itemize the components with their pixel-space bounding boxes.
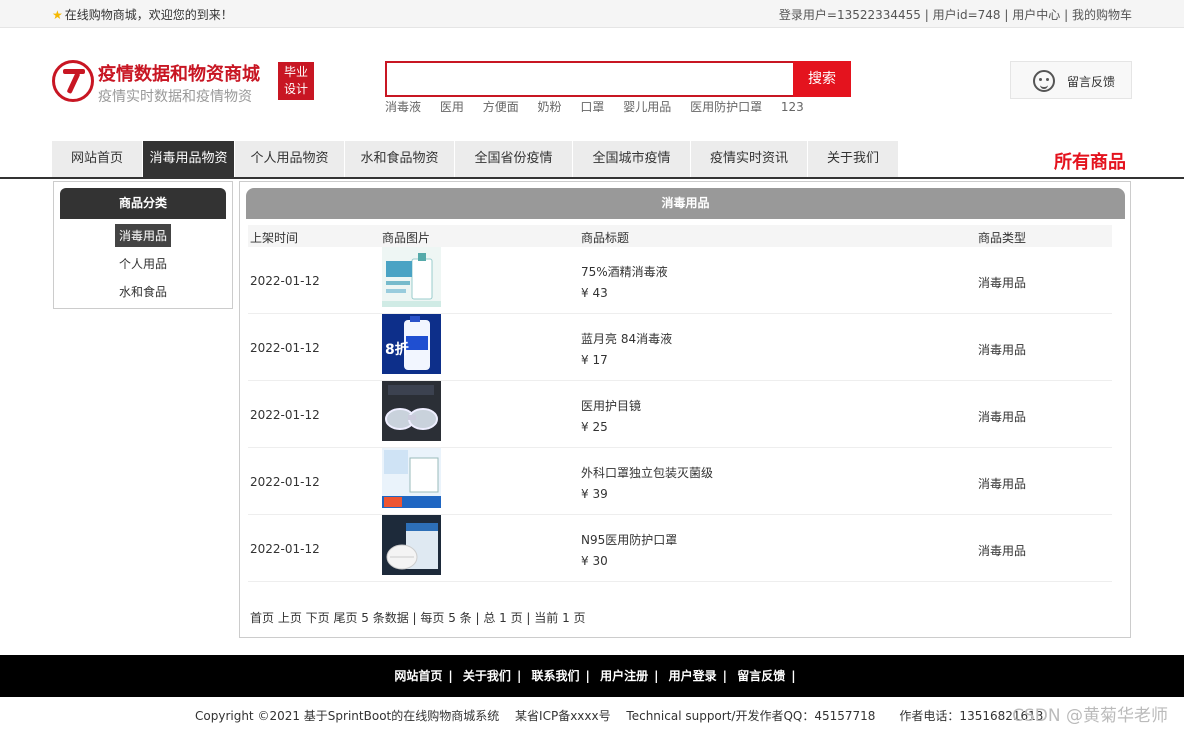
feedback-button[interactable]: 留言反馈: [1010, 61, 1132, 99]
nav-item-city[interactable]: 全国城市疫情: [573, 141, 691, 177]
row-title[interactable]: 外科口罩独立包装灭菌级: [581, 464, 713, 481]
footer-link-contact[interactable]: 联系我们: [532, 669, 580, 683]
sidebar-item-disinfectant[interactable]: 消毒用品: [54, 224, 232, 247]
row-price: ¥ 17: [581, 353, 608, 367]
user-center-link[interactable]: 用户中心: [1012, 8, 1060, 22]
nav-divider: [0, 177, 1184, 179]
row-title[interactable]: N95医用防护口罩: [581, 531, 677, 548]
customer-service-icon: [1033, 70, 1055, 92]
row-title[interactable]: 75%酒精消毒液: [581, 263, 668, 280]
row-date: 2022-01-12: [250, 341, 320, 355]
84-disinfectant-image[interactable]: 8折: [382, 314, 441, 374]
hot-keyword[interactable]: 奶粉: [538, 100, 562, 114]
hot-keywords: 消毒液 医用 方便面 奶粉 口罩 婴儿用品 医用防护口罩 123: [385, 98, 819, 115]
pagination[interactable]: 首页 上页 下页 尾页 5 条数据 | 每页 5 条 | 总 1 页 | 当前 …: [250, 609, 586, 626]
row-type: 消毒用品: [978, 544, 1027, 558]
login-user-link[interactable]: 登录用户=13522334455: [779, 8, 921, 22]
hot-keyword[interactable]: 医用防护口罩: [690, 100, 762, 114]
graduation-badge: 毕业 设计: [278, 62, 314, 100]
hot-keyword[interactable]: 医用: [440, 100, 464, 114]
table-row: 2022-01-12 N95医用防护口罩 ¥ 30 消毒用品: [248, 515, 1112, 582]
my-cart-link[interactable]: 我的购物车: [1072, 8, 1132, 22]
n95-mask-image[interactable]: [382, 515, 441, 575]
nav-item-about[interactable]: 关于我们: [808, 141, 899, 177]
footer-link-about[interactable]: 关于我们: [463, 669, 511, 683]
svg-text:8折: 8折: [385, 341, 409, 358]
goggles-image[interactable]: [382, 381, 441, 441]
sidebar-item-water-food[interactable]: 水和食品: [54, 280, 232, 303]
row-date: 2022-01-12: [250, 542, 320, 556]
category-sidebar: 商品分类 消毒用品 个人用品 水和食品: [53, 181, 233, 309]
separator: |: [1064, 8, 1069, 22]
copyright-text: Copyright ©2021 基于SprintBoot的在线购物商城系统 某省…: [195, 709, 1044, 723]
column-header: 上架时间: [250, 231, 299, 245]
hot-keyword[interactable]: 口罩: [580, 100, 604, 114]
footer-link-login[interactable]: 用户登录: [669, 669, 717, 683]
row-type: 消毒用品: [978, 276, 1027, 290]
table-row: 2022-01-12 8折 蓝月亮 84消毒液 ¥ 17 消毒用品: [248, 314, 1112, 381]
feedback-label: 留言反馈: [1067, 75, 1116, 89]
row-date: 2022-01-12: [250, 475, 320, 489]
footer-links: 网站首页 | 关于我们 | 联系我们 | 用户注册 | 用户登录 | 留言反馈 |: [394, 669, 796, 683]
row-date: 2022-01-12: [250, 274, 320, 288]
watermark: CSDN @黄菊华老师: [1012, 706, 1168, 726]
top-bar: ★ 在线购物商城，欢迎您的到来！ 登录用户=13522334455 | 用户id=…: [0, 0, 1184, 28]
column-header: 商品图片: [382, 231, 431, 245]
footer-bar: 网站首页 | 关于我们 | 联系我们 | 用户注册 | 用户登录 | 留言反馈 |: [0, 655, 1184, 697]
table-header: 上架时间 商品图片 商品标题 商品类型: [248, 225, 1112, 247]
logo-icon: [52, 60, 94, 102]
nav-item-home[interactable]: 网站首页: [52, 141, 143, 177]
site-subtitle: 疫情实时数据和疫情物资: [98, 89, 252, 105]
table-row: 2022-01-12 外科口罩独立包装灭菌级 ¥ 39 消毒用品: [248, 448, 1112, 515]
sidebar-item-personal[interactable]: 个人用品: [54, 252, 232, 275]
row-type: 消毒用品: [978, 410, 1027, 424]
sidebar-title: 商品分类: [60, 188, 226, 219]
hot-keyword[interactable]: 婴儿用品: [623, 100, 671, 114]
row-price: ¥ 43: [581, 286, 608, 300]
welcome-text: ★ 在线购物商城，欢迎您的到来！: [52, 8, 233, 22]
product-panel: 消毒用品 上架时间 商品图片 商品标题 商品类型 2022-01-12 75%酒…: [239, 181, 1131, 638]
nav-item-disinfectant[interactable]: 消毒用品物资: [143, 141, 235, 177]
row-type: 消毒用品: [978, 477, 1027, 491]
search-button[interactable]: 搜索: [793, 61, 851, 97]
row-date: 2022-01-12: [250, 408, 320, 422]
hot-keyword[interactable]: 123: [781, 100, 804, 114]
nav-item-personal[interactable]: 个人用品物资: [235, 141, 345, 177]
surgical-mask-image[interactable]: [382, 448, 441, 508]
footer-link-feedback[interactable]: 留言反馈: [737, 669, 785, 683]
user-id-link[interactable]: 用户id=748: [933, 8, 1001, 22]
row-price: ¥ 30: [581, 554, 608, 568]
hot-keyword[interactable]: 消毒液: [385, 100, 421, 114]
search-box: 搜索: [385, 61, 851, 97]
row-type: 消毒用品: [978, 343, 1027, 357]
nav-item-water-food[interactable]: 水和食品物资: [345, 141, 455, 177]
search-input[interactable]: [385, 61, 795, 97]
separator: |: [924, 8, 929, 22]
panel-title: 消毒用品: [246, 188, 1125, 219]
row-price: ¥ 25: [581, 420, 608, 434]
row-title[interactable]: 蓝月亮 84消毒液: [581, 330, 672, 347]
nav-item-news[interactable]: 疫情实时资讯: [691, 141, 808, 177]
column-header: 商品标题: [581, 231, 630, 245]
row-price: ¥ 39: [581, 487, 608, 501]
all-goods-link[interactable]: 所有商品: [1054, 148, 1126, 174]
column-header: 商品类型: [978, 231, 1027, 245]
star-icon: ★: [52, 8, 63, 22]
main-nav: 网站首页 消毒用品物资 个人用品物资 水和食品物资 全国省份疫情 全国城市疫情 …: [52, 141, 899, 177]
hot-keyword[interactable]: 方便面: [483, 100, 519, 114]
alcohol-bottle-image[interactable]: [382, 247, 441, 307]
table-row: 2022-01-12 75%酒精消毒液 ¥ 43 消毒用品: [248, 247, 1112, 314]
user-links: 登录用户=13522334455 | 用户id=748 | 用户中心 | 我的购…: [779, 6, 1132, 23]
footer-link-register[interactable]: 用户注册: [600, 669, 648, 683]
footer-link-home[interactable]: 网站首页: [394, 669, 442, 683]
site-logo[interactable]: 疫情数据和物资商城 疫情实时数据和疫情物资 毕业 设计: [52, 58, 322, 106]
table-row: 2022-01-12 医用护目镜 ¥ 25 消毒用品: [248, 381, 1112, 448]
nav-item-province[interactable]: 全国省份疫情: [455, 141, 573, 177]
row-title[interactable]: 医用护目镜: [581, 397, 641, 414]
separator: |: [1004, 8, 1009, 22]
site-title: 疫情数据和物资商城: [98, 64, 260, 85]
